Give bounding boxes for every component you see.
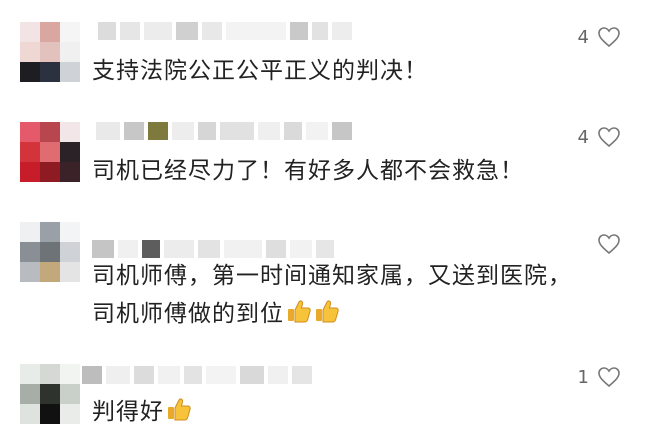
comment-item: 支持法院公正公平正义的判决！ 4 — [0, 0, 647, 100]
thumbs-up-icon — [168, 398, 191, 421]
comment-item: 司机已经尽力了！有好多人都不会救急！ 4 — [0, 100, 647, 200]
comment-text-line-1: 司机师傅，第一时间通知家属，又送到医院， — [92, 263, 572, 289]
heart-icon — [598, 367, 620, 388]
comment-text: 司机已经尽力了！有好多人都不会救急！ — [92, 158, 524, 184]
like-count: 4 — [577, 26, 589, 48]
comment-item: 判得好 1 — [0, 350, 647, 438]
username-blurred[interactable] — [96, 122, 352, 140]
comment-text-line-2: 司机师傅做的到位 — [92, 296, 340, 332]
avatar[interactable] — [20, 122, 80, 182]
heart-icon — [598, 27, 620, 48]
heart-icon — [598, 234, 620, 255]
like-count: 4 — [577, 126, 589, 148]
username-blurred[interactable] — [82, 366, 312, 384]
comment-text: 支持法院公正公平正义的判决！ — [92, 58, 428, 84]
heart-icon — [598, 127, 620, 148]
comment-text-line-2-text: 司机师傅做的到位 — [92, 301, 284, 327]
like-button[interactable]: 4 — [578, 126, 621, 148]
comment-text: 判得好 — [92, 394, 192, 430]
like-button[interactable] — [597, 233, 621, 255]
comment-text-content: 判得好 — [92, 399, 164, 425]
thumbs-up-icon — [316, 300, 339, 323]
avatar[interactable] — [20, 222, 80, 282]
avatar[interactable] — [20, 364, 80, 424]
username-blurred[interactable] — [98, 22, 352, 40]
avatar[interactable] — [20, 22, 80, 82]
like-button[interactable]: 4 — [578, 26, 621, 48]
thumbs-up-icon — [288, 300, 311, 323]
username-blurred[interactable] — [92, 240, 334, 258]
like-button[interactable]: 1 — [578, 366, 621, 388]
like-count: 1 — [577, 366, 589, 388]
comment-item: 司机师傅，第一时间通知家属，又送到医院， 司机师傅做的到位 — [0, 220, 647, 350]
